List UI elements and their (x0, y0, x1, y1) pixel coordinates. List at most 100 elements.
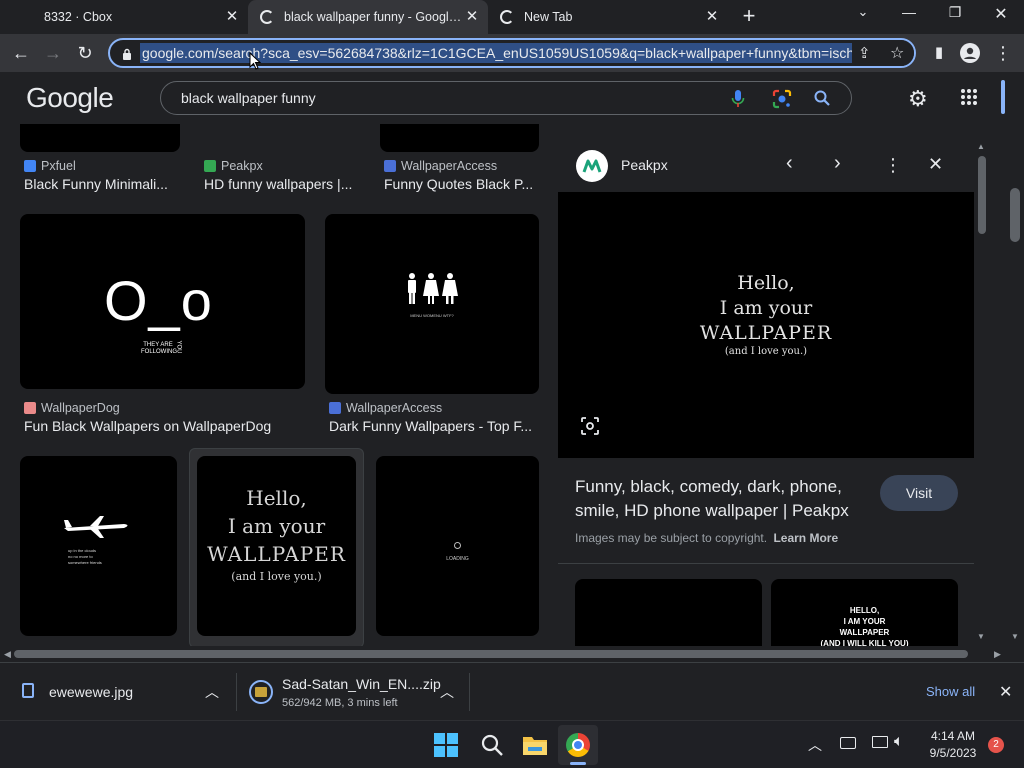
visit-button[interactable]: Visit (880, 475, 958, 511)
wallpaper-line2: I am your (227, 514, 326, 538)
tab-search-chevron-icon[interactable]: ⌄ (848, 4, 878, 26)
result-thumb-o-o[interactable]: O_o THEY ARE FOLLOWING YOU (20, 214, 305, 389)
source-label: Pxfuel (41, 159, 76, 173)
scroll-down-arrow-icon[interactable]: ▼ (977, 632, 985, 641)
close-panel-icon[interactable]: ✕ (928, 154, 943, 175)
back-arrow-icon[interactable]: ← (8, 40, 34, 66)
google-logo[interactable]: Google (26, 82, 114, 114)
new-tab-plus-icon[interactable]: + (734, 3, 764, 28)
notification-badge[interactable]: 2 (988, 737, 1004, 753)
google-lens-icon[interactable] (771, 88, 793, 115)
tab-title: black wallpaper funny - Google Search (284, 10, 462, 24)
page-scrollbar-thumb[interactable] (1010, 188, 1020, 242)
tab-close-icon[interactable]: ✕ (464, 9, 480, 25)
result-thumb[interactable] (380, 124, 539, 152)
result-source[interactable]: Peakpx (204, 159, 263, 173)
result-caption[interactable]: Black Funny Minimali... (24, 176, 176, 192)
lens-search-image-icon[interactable] (580, 416, 600, 441)
result-source[interactable]: WallpaperAccess (329, 401, 442, 415)
thumb-text: O_o (104, 269, 213, 332)
next-chevron-icon[interactable]: › (834, 152, 841, 175)
search-icon[interactable] (480, 733, 504, 762)
search-magnifier-icon[interactable] (813, 89, 831, 112)
tab-close-icon[interactable]: ✕ (704, 9, 720, 25)
close-download-bar-icon[interactable]: ✕ (999, 682, 1012, 702)
result-source[interactable]: Pxfuel (24, 159, 76, 173)
minimize-icon[interactable]: — (894, 4, 924, 26)
result-caption[interactable]: Funny Quotes Black P... (384, 176, 536, 192)
search-input[interactable]: black wallpaper funny (181, 82, 316, 114)
lock-icon[interactable] (122, 47, 132, 60)
thumb-text-small: THEY ARE FOLLOWING (141, 342, 178, 355)
restore-icon[interactable]: ❐ (940, 4, 970, 26)
scroll-left-arrow-icon[interactable]: ◀ (4, 649, 11, 660)
forward-arrow-icon[interactable]: → (40, 40, 66, 66)
profile-avatar-icon[interactable] (960, 43, 980, 63)
wallpaperdog-favicon-icon (24, 402, 36, 414)
address-bar[interactable]: google.com/search?sca_esv=562684738&rlz=… (108, 38, 916, 68)
search-box[interactable]: black wallpaper funny (160, 81, 852, 115)
scroll-right-arrow-icon[interactable]: ▶ (994, 649, 1001, 660)
chrome-taskbar-button[interactable] (558, 725, 598, 765)
panel-title[interactable]: Funny, black, comedy, dark, phone, smile… (575, 475, 875, 523)
menu-kebab-icon[interactable]: ⋮ (990, 40, 1016, 66)
volume-speaker-icon[interactable]: 🔈︎ (894, 733, 904, 751)
system-tray-chevron-icon[interactable]: ︿ (808, 735, 822, 755)
display-icon[interactable] (872, 736, 888, 748)
scroll-down-arrow-icon[interactable]: ▼ (1011, 632, 1019, 641)
result-thumb-loading[interactable]: LOADING (376, 456, 539, 636)
chevron-up-icon[interactable]: ︿ (440, 682, 454, 702)
reload-icon[interactable]: ↻ (72, 40, 98, 66)
apps-grid-icon[interactable] (960, 88, 978, 111)
result-source[interactable]: WallpaperDog (24, 401, 120, 415)
pxfuel-favicon-icon (24, 160, 36, 172)
tab-google-search[interactable]: black wallpaper funny - Google Search ✕ (248, 0, 488, 34)
page-scrollbar[interactable]: ▼ (1006, 72, 1024, 646)
result-thumb[interactable] (20, 124, 180, 152)
network-disconnected-icon[interactable] (840, 737, 856, 749)
result-source[interactable]: WallpaperAccess (384, 159, 497, 173)
tab-cbox[interactable]: 8332 · Cbox ✕ (0, 0, 248, 34)
learn-more-link[interactable]: Learn More (773, 531, 838, 545)
horizontal-scrollbar-thumb[interactable] (14, 650, 968, 658)
more-options-icon[interactable]: ⋮ (884, 155, 902, 176)
panel-scrollbar[interactable]: ▲ ▼ (974, 138, 990, 646)
windows-start-icon[interactable] (434, 733, 458, 762)
panel-preview-image[interactable]: Hello, I am your WALLPAPER (and I love y… (558, 192, 974, 458)
file-explorer-icon[interactable] (522, 734, 548, 761)
bookmark-star-icon[interactable]: ☆ (890, 43, 904, 63)
chrome-favicon-icon (500, 10, 514, 24)
side-panel-icon[interactable]: ▮ (926, 40, 952, 66)
related-image-thumb[interactable]: HELLO, I AM YOUR WALLPAPER (AND I WILL K… (771, 579, 958, 646)
clock-time[interactable]: 4:14 AM (924, 729, 982, 743)
tab-close-icon[interactable]: ✕ (224, 9, 240, 25)
scroll-up-arrow-icon[interactable]: ▲ (977, 142, 985, 151)
download-item-ewewewe[interactable]: ewewewe.jpg ︿ (0, 663, 236, 721)
chevron-up-icon[interactable]: ︿ (205, 682, 219, 702)
result-thumb-airplane[interactable]: up in the clouds no no more to somewhere… (20, 456, 177, 636)
show-all-downloads-link[interactable]: Show all (926, 684, 975, 699)
header-accent-bar (1001, 80, 1005, 114)
result-caption[interactable]: HD funny wallpapers |... (204, 176, 358, 192)
result-thumb-restroom[interactable]: MENU WOMENU WTF? (325, 214, 539, 394)
panel-scrollbar-thumb[interactable] (978, 156, 986, 234)
result-thumb-hello-wallpaper[interactable]: Hello, I am your WALLPAPER (and I love y… (197, 456, 356, 636)
clock-date[interactable]: 9/5/2023 (924, 746, 982, 760)
chrome-icon (566, 733, 590, 757)
horizontal-scrollbar[interactable]: ◀ ▶ (0, 646, 1006, 662)
result-caption[interactable]: Dark Funny Wallpapers - Top F... (329, 418, 534, 434)
source-label: WallpaperAccess (346, 401, 443, 415)
settings-gear-icon[interactable]: ⚙ (908, 86, 928, 112)
related-image-thumb[interactable] (575, 579, 762, 646)
window-close-icon[interactable]: ✕ (986, 4, 1016, 26)
tab-new-tab[interactable]: New Tab ✕ (488, 0, 728, 34)
download-divider (469, 673, 470, 711)
download-item-sad-satan[interactable]: Sad-Satan_Win_EN....zip 562/942 MB, 3 mi… (237, 663, 469, 721)
download-status: 562/942 MB, 3 mins left (282, 697, 398, 709)
result-caption[interactable]: Fun Black Wallpapers on WallpaperDog (24, 418, 304, 434)
panel-site-name[interactable]: Peakpx (621, 157, 668, 173)
share-icon[interactable]: ⇪ (858, 44, 871, 62)
peakpx-logo-icon[interactable] (576, 150, 608, 182)
voice-search-mic-icon[interactable] (731, 89, 745, 114)
previous-chevron-icon[interactable]: ‹ (786, 152, 793, 175)
